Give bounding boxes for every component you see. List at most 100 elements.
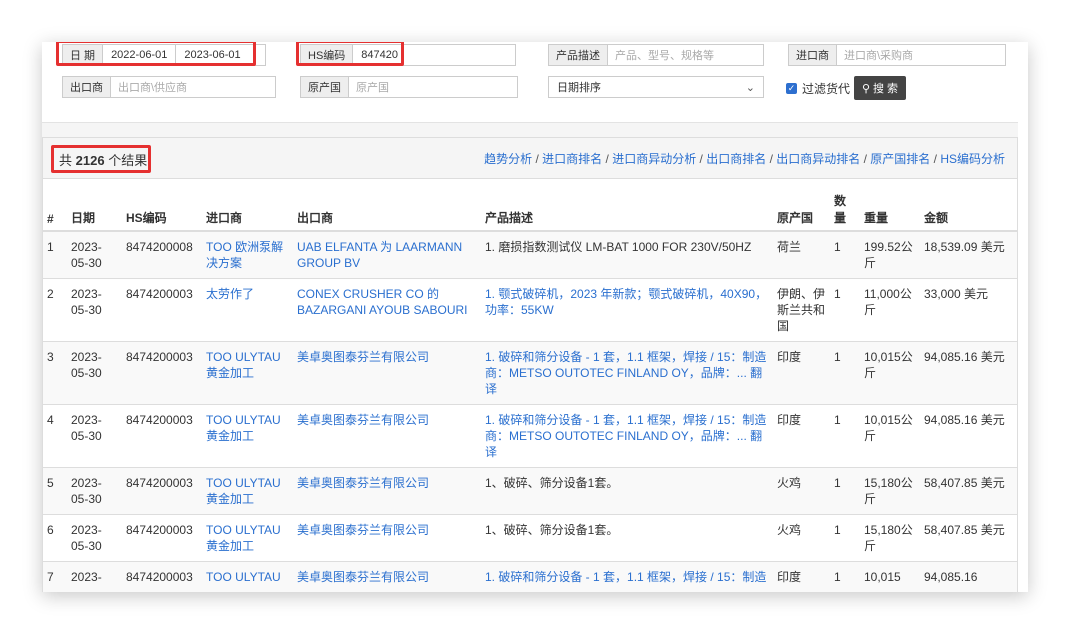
row-importer[interactable]: TOO 欧洲泵解决方案 (202, 230, 293, 279)
row-index: 7 (43, 561, 67, 592)
table-row[interactable]: 7 2023- 8474200003 TOO ULYTAU 美卓奥图泰芬兰有限公司 1. … (43, 561, 1017, 592)
description-field[interactable]: 产品描述 产品、型号、规格等 (548, 44, 764, 66)
search-button-label: 搜 索 (873, 83, 899, 95)
row-weight: 15,180公斤 (860, 514, 920, 562)
description-label: 产品描述 (549, 45, 608, 65)
row-quantity: 1 (830, 467, 860, 515)
importer-field[interactable]: 进口商 进口商\采购商 (788, 44, 1006, 66)
importer-label: 进口商 (789, 45, 837, 65)
col-date[interactable]: 日期 (67, 184, 122, 232)
row-weight: 199.52公斤 (860, 230, 920, 279)
table-row[interactable]: 1 2023-05-30 8474200008 TOO 欧洲泵解决方案 UAB ELFA… (43, 230, 1017, 279)
row-weight: 11,000公斤 (860, 278, 920, 342)
row-weight: 15,180公斤 (860, 467, 920, 515)
results-header: 共 2126 个结果 趋势分析 / 进口商排名 / 进口商异动分析 / 出口商排… (43, 138, 1017, 179)
importer-input[interactable]: 进口商\采购商 (837, 47, 920, 63)
col-amount[interactable]: 金额 (920, 184, 1017, 232)
row-quantity: 1 (830, 341, 860, 405)
row-quantity: 1 (830, 278, 860, 342)
row-index: 2 (43, 278, 67, 342)
row-importer[interactable]: 太劳作了 (202, 278, 293, 342)
search-button[interactable]: ⚲ 搜 索 (854, 76, 906, 100)
link-origin-rank[interactable]: 原产国排名 (870, 152, 930, 166)
row-description: 1. 磨损指数测试仪 LM-BAT 1000 FOR 230V/50HZ (481, 230, 773, 279)
origin-input[interactable]: 原产国 (349, 79, 396, 95)
col-description[interactable]: 产品描述 (481, 184, 773, 232)
link-exporter-change[interactable]: 出口商异动排名 (776, 152, 860, 166)
row-date: 2023-05-30 (67, 278, 122, 342)
check-icon[interactable]: ✓ (786, 83, 797, 94)
row-date: 2023-05-30 (67, 467, 122, 515)
results-panel: 共 2126 个结果 趋势分析 / 进口商排名 / 进口商异动分析 / 出口商排… (42, 137, 1018, 592)
col-exporter[interactable]: 出口商 (293, 184, 481, 232)
filter-cargo-checkbox[interactable]: ✓ 过滤货代 (786, 80, 850, 97)
col-importer[interactable]: 进口商 (202, 184, 293, 232)
row-importer[interactable]: TOO ULYTAU (202, 561, 293, 592)
row-origin: 伊朗、伊斯兰共和国 (773, 278, 830, 342)
row-index: 1 (43, 230, 67, 279)
link-importer-rank[interactable]: 进口商排名 (542, 152, 602, 166)
row-exporter[interactable]: 美卓奥图泰芬兰有限公司 (293, 404, 481, 468)
row-amount: 18,539.09 美元 (920, 230, 1017, 279)
row-importer[interactable]: TOO ULYTAU 黄金加工 (202, 514, 293, 562)
row-description: 1. 破碎和筛分设备 - 1 套，1.1 框架，焊接 / 15：制造商：METS… (481, 341, 773, 405)
row-hs-code: 8474200003 (122, 278, 202, 342)
row-exporter[interactable]: 美卓奥图泰芬兰有限公司 (293, 341, 481, 405)
row-hs-code: 8474200003 (122, 514, 202, 562)
sort-select[interactable]: 日期排序 ⌄ (548, 76, 764, 98)
table-row[interactable]: 4 2023-05-30 8474200003 TOO ULYTAU 黄金加工 美卓奥图… (43, 404, 1017, 468)
description-input[interactable]: 产品、型号、规格等 (608, 47, 721, 63)
row-hs-code: 8474200008 (122, 230, 202, 279)
table-row[interactable]: 3 2023-05-30 8474200003 TOO ULYTAU 黄金加工 美卓奥图… (43, 341, 1017, 405)
col-origin[interactable]: 原产国 (773, 184, 830, 232)
row-date: 2023-05-30 (67, 230, 122, 279)
analysis-links: 趋势分析 / 进口商排名 / 进口商异动分析 / 出口商排名 / 出口商异动排名… (484, 152, 1005, 166)
row-amount: 33,000 美元 (920, 278, 1017, 342)
row-exporter[interactable]: 美卓奥图泰芬兰有限公司 (293, 561, 481, 592)
origin-field[interactable]: 原产国 原产国 (300, 76, 518, 98)
row-origin: 印度 (773, 341, 830, 405)
row-importer[interactable]: TOO ULYTAU 黄金加工 (202, 404, 293, 468)
row-index: 3 (43, 341, 67, 405)
row-quantity: 1 (830, 404, 860, 468)
col-weight[interactable]: 重量 (860, 184, 920, 232)
count-highlight-box (51, 145, 151, 173)
exporter-field[interactable]: 出口商 出口商\供应商 (62, 76, 276, 98)
row-origin: 印度 (773, 404, 830, 468)
col-quantity[interactable]: 数量 (830, 184, 860, 232)
table-row[interactable]: 5 2023-05-30 8474200003 TOO ULYTAU 黄金加工 美卓奥图… (43, 467, 1017, 515)
exporter-input[interactable]: 出口商\供应商 (111, 79, 194, 95)
row-date: 2023-05-30 (67, 341, 122, 405)
row-quantity: 1 (830, 514, 860, 562)
link-importer-change[interactable]: 进口商异动分析 (612, 152, 696, 166)
table-row[interactable]: 2 2023-05-30 8474200003 太劳作了 CONEX CRUSHER C… (43, 278, 1017, 342)
row-date: 2023-05-30 (67, 404, 122, 468)
row-description: 1、破碎、筛分设备1套。 (481, 514, 773, 562)
row-exporter[interactable]: UAB ELFANTA 为 LAARMANN GROUP BV (293, 230, 481, 279)
table-header-row: # 日期 HS编码 进口商 出口商 产品描述 原产国 数量 重量 金额 (43, 184, 1017, 232)
row-importer[interactable]: TOO ULYTAU 黄金加工 (202, 467, 293, 515)
row-hs-code: 8474200003 (122, 341, 202, 405)
row-exporter[interactable]: 美卓奥图泰芬兰有限公司 (293, 467, 481, 515)
row-amount: 58,407.85 美元 (920, 514, 1017, 562)
filter-bar: 日 期 2022-06-01 2023-06-01 HS编码 847420 产品… (42, 42, 1018, 122)
row-amount: 94,085.16 美元 (920, 341, 1017, 405)
row-date: 2023- (67, 561, 122, 592)
link-hs-analysis[interactable]: HS编码分析 (940, 152, 1005, 166)
col-hs-code[interactable]: HS编码 (122, 184, 202, 232)
filter-cargo-label: 过滤货代 (802, 82, 851, 96)
link-exporter-rank[interactable]: 出口商排名 (706, 152, 766, 166)
row-origin: 荷兰 (773, 230, 830, 279)
row-origin: 印度 (773, 561, 830, 592)
row-importer[interactable]: TOO ULYTAU 黄金加工 (202, 341, 293, 405)
row-amount: 58,407.85 美元 (920, 467, 1017, 515)
table-row[interactable]: 6 2023-05-30 8474200003 TOO ULYTAU 黄金加工 美卓奥图… (43, 514, 1017, 562)
app-window: 日 期 2022-06-01 2023-06-01 HS编码 847420 产品… (42, 42, 1028, 592)
row-exporter[interactable]: 美卓奥图泰芬兰有限公司 (293, 514, 481, 562)
origin-label: 原产国 (301, 77, 349, 97)
row-hs-code: 8474200003 (122, 467, 202, 515)
row-quantity: 1 (830, 230, 860, 279)
link-trend[interactable]: 趋势分析 (484, 152, 532, 166)
row-exporter[interactable]: CONEX CRUSHER CO 的 BAZARGANI AYOUB SABOU… (293, 278, 481, 342)
row-index: 5 (43, 467, 67, 515)
